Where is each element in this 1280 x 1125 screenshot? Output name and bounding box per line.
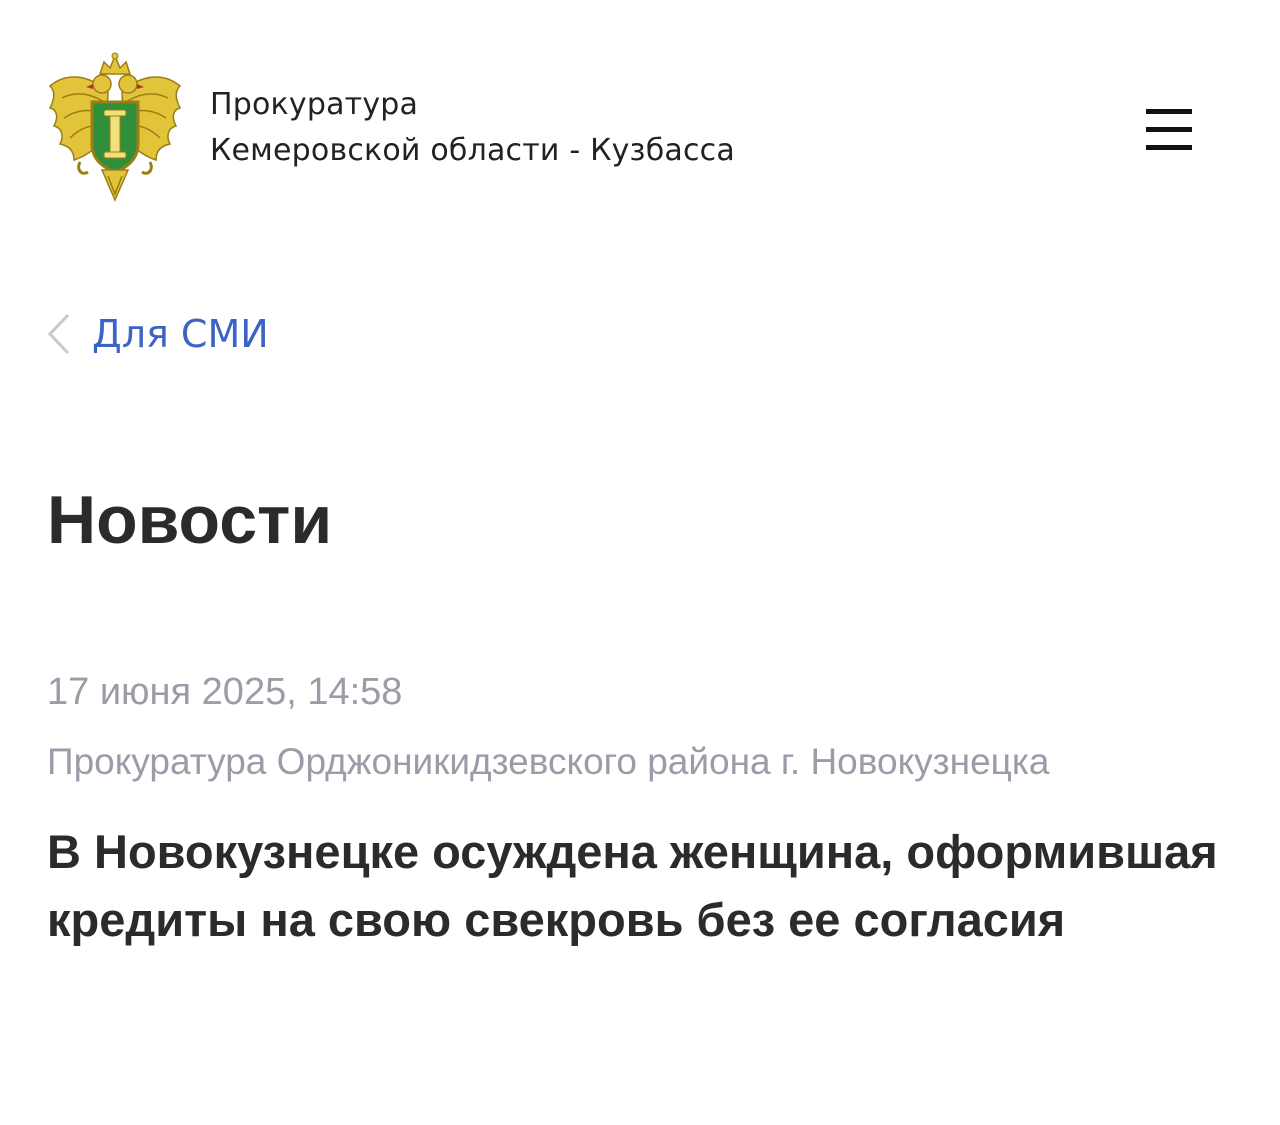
prosecutor-eagle-emblem-icon[interactable] — [46, 52, 184, 202]
news-source: Прокуратура Орджоникидзевского района г.… — [47, 741, 1050, 782]
breadcrumb-back-link[interactable]: Для СМИ — [44, 304, 269, 364]
chevron-left-icon — [47, 313, 70, 355]
organization-name[interactable]: Прокуратура Кемеровской области - Кузбас… — [210, 82, 735, 174]
organization-name-line-1: Прокуратура — [210, 87, 419, 122]
news-date: 17 июня 2025, 14:58 — [47, 671, 403, 713]
site-header: Прокуратура Кемеровской области - Кузбас… — [0, 0, 1280, 220]
menu-button[interactable] — [1138, 100, 1200, 156]
page-title: Новости — [47, 482, 333, 558]
breadcrumb-label: Для СМИ — [92, 312, 269, 356]
news-headline[interactable]: В Новокузнецке осуждена женщина, оформив… — [47, 818, 1247, 954]
organization-name-line-2: Кемеровской области - Кузбасса — [210, 133, 735, 168]
